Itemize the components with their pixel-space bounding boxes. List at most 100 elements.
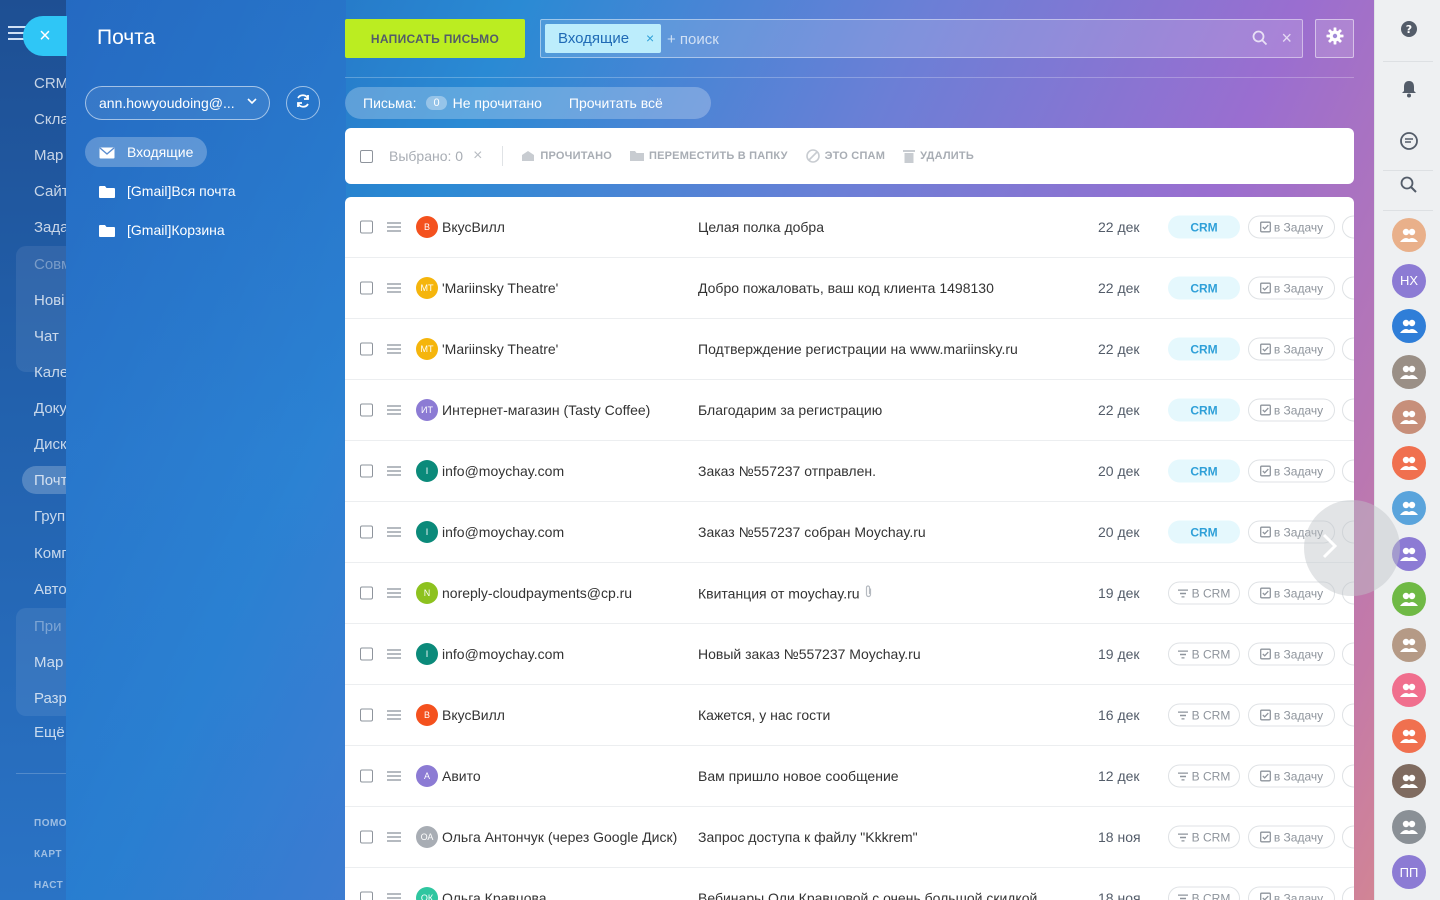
crm-button[interactable]: В CRM: [1168, 581, 1240, 605]
crm-button[interactable]: В CRM: [1168, 886, 1240, 900]
unread-filter-link[interactable]: Не прочитано: [453, 95, 542, 111]
more-actions-button[interactable]: [1342, 886, 1354, 900]
menu-footer-link[interactable]: ПОМО: [34, 818, 66, 829]
contact-avatar-icon[interactable]: [1392, 627, 1426, 662]
menu-item[interactable]: Доку: [34, 400, 66, 417]
mail-row[interactable]: МТ 'Mariinsky Theatre' Добро пожаловать,…: [345, 258, 1354, 319]
drag-handle-icon[interactable]: [387, 891, 401, 900]
row-checkbox[interactable]: [360, 403, 373, 417]
clear-search-icon[interactable]: ×: [1281, 28, 1292, 49]
contact-avatar-icon[interactable]: [1392, 354, 1426, 389]
row-checkbox[interactable]: [360, 769, 373, 783]
row-checkbox[interactable]: [360, 586, 373, 600]
mail-row[interactable]: В ВкусВилл Кажется, у нас гости 16 дек В…: [345, 685, 1354, 746]
mail-row[interactable]: ИТ Интернет-магазин (Tasty Coffee) Благо…: [345, 380, 1354, 441]
drag-handle-icon[interactable]: [387, 281, 401, 295]
menu-item-crm[interactable]: CRM: [34, 75, 66, 92]
more-actions-button[interactable]: [1342, 764, 1354, 788]
contact-avatar-icon[interactable]: [1392, 309, 1426, 343]
contact-avatar-icon[interactable]: [1392, 491, 1426, 525]
to-task-button[interactable]: в Задачу: [1248, 398, 1335, 422]
contact-avatar-icon[interactable]: [1392, 400, 1426, 434]
contact-avatar-icon[interactable]: [1392, 218, 1426, 252]
row-checkbox[interactable]: [360, 220, 373, 234]
contact-avatar-icon[interactable]: [1392, 582, 1426, 616]
sender-name[interactable]: Интернет-магазин (Tasty Coffee): [442, 402, 650, 418]
delete-button[interactable]: УДАЛИТЬ: [903, 149, 974, 163]
mail-row[interactable]: I info@moychay.com Новый заказ №557237 M…: [345, 624, 1354, 685]
chat-button[interactable]: [1392, 126, 1426, 160]
folder-trash[interactable]: [Gmail]Корзина: [85, 215, 239, 245]
mail-subject[interactable]: Запрос доступа к файлу "Kkkrem": [698, 829, 918, 845]
folder-all-mail[interactable]: [Gmail]Вся почта: [85, 176, 250, 206]
sender-name[interactable]: 'Mariinsky Theatre': [442, 280, 558, 296]
crm-button[interactable]: CRM: [1168, 215, 1240, 239]
more-actions-button[interactable]: [1342, 398, 1354, 422]
mail-row[interactable]: В ВкусВилл Целая полка добра 22 дек CRM …: [345, 197, 1354, 258]
next-page-button[interactable]: [1304, 500, 1400, 596]
drag-handle-icon[interactable]: [387, 342, 401, 356]
spam-button[interactable]: ЭТО СПАМ: [805, 149, 885, 163]
to-task-button[interactable]: в Задачу: [1248, 337, 1335, 361]
menu-item[interactable]: Совм: [34, 256, 66, 273]
menu-item-more[interactable]: Ещё: [34, 724, 65, 741]
menu-item[interactable]: Сайт: [34, 183, 66, 200]
row-checkbox[interactable]: [360, 342, 373, 356]
mail-subject[interactable]: Подтверждение регистрации на www.mariins…: [698, 341, 1018, 357]
to-task-button[interactable]: в Задачу: [1248, 215, 1335, 239]
to-task-button[interactable]: в Задачу: [1248, 459, 1335, 483]
to-task-button[interactable]: в Задачу: [1248, 764, 1335, 788]
to-task-button[interactable]: в Задачу: [1248, 642, 1335, 666]
contact-avatar-icon[interactable]: [1392, 718, 1426, 753]
row-checkbox[interactable]: [360, 525, 373, 539]
crm-button[interactable]: В CRM: [1168, 764, 1240, 788]
to-task-button[interactable]: в Задачу: [1248, 276, 1335, 300]
mail-subject[interactable]: Квитанция от moychay.ru: [698, 585, 873, 602]
search-button[interactable]: [1392, 170, 1426, 204]
menu-footer-link[interactable]: НАСТ: [34, 880, 63, 891]
row-checkbox[interactable]: [360, 708, 373, 722]
more-actions-button[interactable]: [1342, 215, 1354, 239]
more-actions-button[interactable]: [1342, 337, 1354, 361]
crm-button[interactable]: CRM: [1168, 520, 1240, 544]
contact-avatar-icon[interactable]: [1392, 809, 1426, 844]
sender-name[interactable]: noreply-cloudpayments@cp.ru: [442, 585, 632, 601]
menu-item[interactable]: Мар: [34, 654, 63, 671]
menu-item[interactable]: Комп: [34, 545, 66, 562]
row-checkbox[interactable]: [360, 891, 373, 900]
mail-row[interactable]: ОК Ольга Кравцова Вебинары Оли Кравцовой…: [345, 868, 1354, 900]
contact-avatar-icon[interactable]: [1392, 764, 1426, 798]
row-checkbox[interactable]: [360, 281, 373, 295]
mail-subject[interactable]: Добро пожаловать, ваш код клиента 149813…: [698, 280, 994, 296]
drag-handle-icon[interactable]: [387, 464, 401, 478]
sender-name[interactable]: 'Mariinsky Theatre': [442, 341, 558, 357]
clear-selection-icon[interactable]: ×: [473, 147, 482, 165]
more-actions-button[interactable]: [1342, 459, 1354, 483]
search-input[interactable]: Входящие × + поиск ×: [540, 19, 1303, 58]
mail-row[interactable]: ОА Ольга Антончук (через Google Диск) За…: [345, 807, 1354, 868]
to-task-button[interactable]: в Задачу: [1248, 703, 1335, 727]
crm-button[interactable]: CRM: [1168, 276, 1240, 300]
move-to-folder-button[interactable]: ПЕРЕМЕСТИТЬ В ПАПКУ: [629, 150, 788, 162]
read-all-link[interactable]: Прочитать всё: [569, 95, 663, 111]
crm-button[interactable]: CRM: [1168, 398, 1240, 422]
to-task-button[interactable]: в Задачу: [1248, 825, 1335, 849]
more-actions-button[interactable]: [1342, 703, 1354, 727]
sender-name[interactable]: info@moychay.com: [442, 463, 564, 479]
mail-subject[interactable]: Целая полка добра: [698, 219, 824, 235]
mark-read-button[interactable]: ПРОЧИТАНО: [521, 150, 612, 162]
close-slider-button[interactable]: ×: [23, 16, 67, 56]
menu-item[interactable]: Чат: [34, 328, 59, 345]
menu-item[interactable]: Диск: [34, 436, 66, 453]
to-task-button[interactable]: в Задачу: [1248, 886, 1335, 900]
select-all-checkbox[interactable]: [360, 149, 373, 163]
refresh-button[interactable]: [286, 86, 320, 120]
remove-filter-icon[interactable]: ×: [646, 30, 654, 46]
contact-avatar-icon[interactable]: [1392, 673, 1426, 707]
sender-name[interactable]: ВкусВилл: [442, 707, 505, 723]
drag-handle-icon[interactable]: [387, 220, 401, 234]
row-checkbox[interactable]: [360, 830, 373, 844]
crm-button[interactable]: В CRM: [1168, 825, 1240, 849]
mail-row[interactable]: I info@moychay.com Заказ №557237 собран …: [345, 502, 1354, 563]
account-select[interactable]: ann.howyoudoing@...: [85, 86, 270, 120]
